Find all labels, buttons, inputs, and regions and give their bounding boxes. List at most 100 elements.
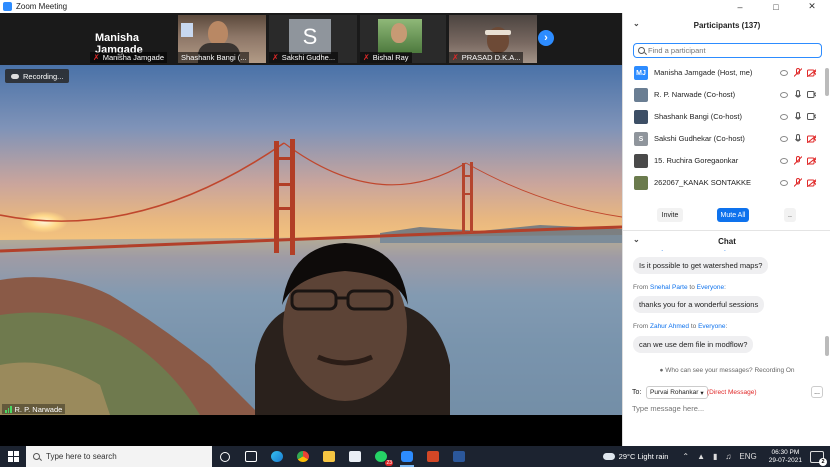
- recording-label: Recording...: [23, 71, 64, 81]
- window-title: Zoom Meeting: [16, 2, 68, 11]
- maximize-icon[interactable]: □: [758, 0, 794, 13]
- tile-name: ✗ Bishal Ray: [360, 52, 412, 63]
- weather-widget[interactable]: 29°C Light rain: [602, 452, 668, 461]
- participant-face: [208, 21, 228, 45]
- whatsapp-icon[interactable]: 23: [368, 446, 394, 467]
- video-icon[interactable]: [807, 112, 816, 121]
- chevron-down-icon: ▾: [700, 389, 704, 397]
- participant-name: 262067_KANAK SONTAKKE: [654, 178, 751, 187]
- invite-button[interactable]: Invite: [657, 208, 683, 222]
- chat-sender[interactable]: Zahur Ahmed: [650, 323, 689, 330]
- chat-recipient-row: To: Purvai Rohankar ▾ (Direct Message) ..…: [623, 386, 830, 400]
- title-bar: Zoom Meeting – □ ✕: [0, 0, 830, 13]
- video-off-icon[interactable]: [807, 134, 816, 143]
- chat-recipient[interactable]: Everyone: [711, 250, 738, 251]
- video-icon[interactable]: [807, 90, 816, 99]
- participant-row[interactable]: 15. Ruchira Goregaonkar: [623, 150, 823, 172]
- recipient-dropdown[interactable]: Purvai Rohankar ▾: [646, 386, 708, 399]
- participant-status-icons: [779, 134, 816, 143]
- side-panel: ⌄ Participants (137) MJ Manisha Jamgade (…: [622, 13, 830, 446]
- file-explorer-icon[interactable]: [316, 446, 342, 467]
- participants-more-button[interactable]: ..: [784, 208, 796, 222]
- participants-title: Participants (137): [693, 20, 761, 30]
- video-tile-shashank[interactable]: Shashank Bangi (...: [178, 15, 266, 63]
- task-view-icon[interactable]: [238, 446, 264, 467]
- participant-status-icons: [779, 112, 816, 121]
- video-off-icon[interactable]: [807, 178, 816, 187]
- participant-name: 15. Ruchira Goregaonkar: [654, 156, 739, 165]
- video-tile-bishal[interactable]: ✗ Bishal Ray: [360, 15, 446, 63]
- chat-more-button[interactable]: ...: [811, 386, 823, 398]
- minimize-icon[interactable]: –: [722, 0, 758, 13]
- chat-sender[interactable]: Snehal Parte: [650, 284, 688, 291]
- chevron-up-icon[interactable]: ⌃: [682, 452, 689, 461]
- collapse-chat-icon[interactable]: ⌄: [633, 235, 640, 244]
- language-indicator[interactable]: ENG: [739, 452, 756, 461]
- chat-sender[interactable]: Sonya Saravanan: [650, 250, 702, 251]
- chat-scrollbar[interactable]: [825, 250, 829, 362]
- chat-recipient[interactable]: Everyone: [698, 323, 725, 330]
- zoom-taskbar-icon[interactable]: [394, 446, 420, 467]
- participant-row[interactable]: 262067_KANAK SONTAKKE: [623, 172, 823, 194]
- edge-icon[interactable]: [264, 446, 290, 467]
- start-button[interactable]: [0, 446, 26, 467]
- tile-name: ✗ Sakshi Gudhe...: [269, 52, 339, 63]
- mic-muted-icon[interactable]: [793, 68, 802, 77]
- record-icon: [779, 68, 788, 77]
- video-off-icon[interactable]: [807, 156, 816, 165]
- participant-status-icons: [779, 90, 816, 99]
- to-word: to: [690, 323, 697, 330]
- battery-icon[interactable]: ▮: [713, 452, 717, 461]
- participant-row[interactable]: R. P. Narwade (Co-host): [623, 84, 823, 106]
- volume-icon[interactable]: ♫: [725, 452, 731, 461]
- participant-row[interactable]: S Sakshi Gudhekar (Co-host): [623, 128, 823, 150]
- mic-muted-icon[interactable]: [793, 156, 802, 165]
- taskbar-search[interactable]: Type here to search: [26, 446, 212, 467]
- from-word: From: [633, 284, 649, 291]
- participant-search-input[interactable]: [648, 46, 813, 55]
- participants-scroll-thumb[interactable]: [825, 68, 829, 96]
- avatar: S: [289, 19, 331, 54]
- participant-row[interactable]: MJ Manisha Jamgade (Host, me): [623, 62, 823, 84]
- video-tile-prasad[interactable]: ✗ PRASAD D.K.A...: [449, 15, 537, 63]
- notification-center-icon[interactable]: 2: [810, 450, 827, 466]
- chat-message-meta: From Zahur Ahmed to Everyone:: [633, 323, 728, 330]
- zoom-meeting-screen: Zoom Meeting – □ ✕ Manisha Jamgade ✗ Mani…: [0, 0, 830, 467]
- mail-icon[interactable]: [342, 446, 368, 467]
- record-icon: [779, 156, 788, 165]
- mic-icon[interactable]: [793, 134, 802, 143]
- mic-muted-icon[interactable]: [793, 178, 802, 187]
- clock[interactable]: 06:30 PM 29-07-2021: [769, 449, 802, 465]
- chat-header: ⌄ Chat: [623, 230, 830, 252]
- network-icon[interactable]: ▲: [697, 452, 705, 461]
- collapse-participants-icon[interactable]: ⌄: [633, 19, 640, 28]
- participant-row[interactable]: Shashank Bangi (Co-host): [623, 106, 823, 128]
- chat-scroll-thumb[interactable]: [825, 336, 829, 356]
- chrome-icon[interactable]: [290, 446, 316, 467]
- chat-recipient[interactable]: Everyone: [697, 284, 724, 291]
- participant-name: Manisha Jamgade (Host, me): [654, 68, 753, 77]
- participants-scrollbar[interactable]: [825, 62, 829, 198]
- word-icon[interactable]: [446, 446, 472, 467]
- mic-icon[interactable]: [793, 90, 802, 99]
- recording-indicator[interactable]: Recording...: [5, 69, 70, 83]
- signal-strength-icon: [5, 405, 12, 413]
- to-word: to: [689, 284, 695, 291]
- mute-all-button[interactable]: Mute All: [717, 208, 749, 222]
- people-icon: ●: [659, 367, 664, 374]
- video-off-icon[interactable]: [807, 68, 816, 77]
- cortana-icon[interactable]: [212, 446, 238, 467]
- who-can-see-notice[interactable]: ● Who can see your messages? Recording O…: [623, 367, 830, 374]
- next-page-button[interactable]: ›: [538, 30, 554, 46]
- participant-status-icons: [779, 178, 816, 187]
- video-tile-manisha[interactable]: Manisha Jamgade ✗ Manisha Jamgade: [90, 15, 175, 63]
- mic-icon[interactable]: [793, 112, 802, 121]
- chat-message-input[interactable]: [632, 402, 822, 414]
- windows-taskbar: Type here to search 23 29°C Light rain ⌃…: [0, 446, 830, 467]
- video-tile-sakshi[interactable]: S ✗ Sakshi Gudhe...: [269, 15, 357, 63]
- powerpoint-icon[interactable]: [420, 446, 446, 467]
- search-icon: [638, 47, 645, 54]
- record-icon: [779, 90, 788, 99]
- direct-message-label: (Direct Message): [707, 389, 757, 396]
- close-icon[interactable]: ✕: [794, 0, 830, 13]
